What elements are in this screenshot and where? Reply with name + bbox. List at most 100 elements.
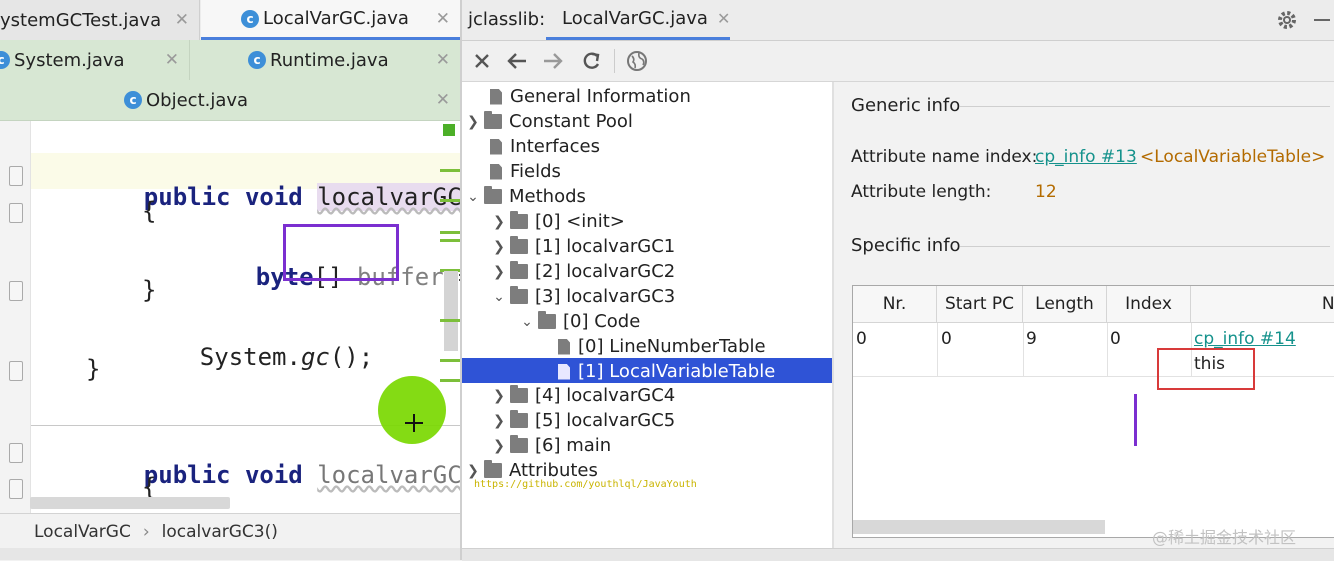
folder-icon: [510, 261, 528, 279]
close-icon[interactable]: ✕: [436, 90, 450, 110]
method-name-highlight: localvarGC3: [317, 183, 460, 211]
tree-item-method-localvargc3[interactable]: ⌄ [3] localvarGC3: [488, 284, 675, 309]
breadcrumb-separator: ›: [142, 521, 150, 542]
breadcrumb-class[interactable]: LocalVarGC: [34, 522, 131, 542]
chevron-down-icon[interactable]: ⌄: [488, 289, 510, 305]
jclasslib-header: jclasslib: LocalVarGC.java ✕: [462, 0, 1334, 41]
code-editor[interactable]: public void localvarGC3() { { byte[] buf…: [0, 121, 460, 513]
chevron-down-icon[interactable]: ⌄: [462, 189, 484, 205]
close-icon[interactable]: ✕: [436, 50, 450, 70]
column-header-start-pc[interactable]: Start PC: [937, 286, 1023, 322]
tab-runtime-java[interactable]: c Runtime.java ✕: [190, 40, 460, 80]
chevron-right-icon[interactable]: ❯: [488, 239, 510, 255]
jclasslib-tab[interactable]: LocalVarGC.java ✕: [546, 0, 730, 40]
web-globe-icon[interactable]: [626, 50, 648, 72]
tree-item-methods[interactable]: ⌄ Methods: [462, 184, 586, 209]
tree-item-code[interactable]: ⌄ [0] Code: [516, 309, 640, 334]
tab-system-java[interactable]: c System.java ✕: [0, 40, 190, 80]
tree-item-local-variable-table[interactable]: [1] LocalVariableTable: [558, 359, 775, 384]
tab-object-java[interactable]: c Object.java ✕: [0, 80, 460, 120]
fold-marker[interactable]: [9, 361, 23, 381]
breadcrumb-method[interactable]: localvarGC3(): [162, 522, 278, 542]
file-icon: [558, 338, 570, 355]
tab-label: Runtime.java: [270, 49, 389, 71]
code-line-6: }: [86, 355, 101, 383]
table-row[interactable]: 0 0 9 0 cp_info #14 this: [853, 323, 1334, 377]
folder-icon: [510, 435, 528, 453]
code-line-5: System.gc();: [199, 343, 374, 371]
chevron-down-icon[interactable]: ⌄: [516, 314, 538, 330]
local-variable-table: Nr. Start PC Length Index Na 0 0 9 0 cp_…: [852, 285, 1334, 538]
fold-marker[interactable]: [9, 203, 23, 223]
cell-index: 0: [1110, 329, 1121, 349]
folder-icon: [484, 460, 502, 478]
close-icon[interactable]: ✕: [717, 9, 730, 28]
status-bar: [462, 548, 1334, 561]
attribute-name-index-label: Attribute name index:: [851, 147, 1038, 167]
tree-item-method-localvargc1[interactable]: ❯ [1] localvarGC1: [488, 234, 675, 259]
editor-horizontal-scrollbar[interactable]: [30, 497, 230, 509]
buffer-annotation-box: [283, 224, 399, 281]
gear-icon[interactable]: [1276, 9, 1298, 31]
chevron-right-icon[interactable]: ❯: [488, 413, 510, 429]
forward-arrow-icon[interactable]: [542, 51, 564, 71]
chevron-right-icon[interactable]: ❯: [488, 214, 510, 230]
close-icon[interactable]: ✕: [436, 9, 450, 29]
fold-marker[interactable]: [9, 281, 23, 301]
tree-item-method-init[interactable]: ❯ [0] <init>: [488, 209, 625, 234]
close-icon[interactable]: ✕: [165, 50, 179, 70]
close-icon[interactable]: ✕: [175, 10, 189, 30]
back-arrow-icon[interactable]: [506, 51, 528, 71]
breadcrumb: LocalVarGC › localvarGC3(): [0, 513, 460, 549]
fold-marker[interactable]: [9, 443, 23, 463]
folder-icon: [510, 410, 528, 428]
fold-marker[interactable]: [9, 479, 23, 499]
close-icon[interactable]: [472, 51, 492, 71]
class-icon: c: [248, 51, 266, 69]
chevron-right-icon[interactable]: ❯: [488, 264, 510, 280]
code-line-2: {: [142, 197, 157, 225]
column-header-nr[interactable]: Nr.: [853, 286, 937, 322]
tree-item-interfaces[interactable]: Interfaces: [468, 134, 600, 159]
tree-item-line-number-table[interactable]: [0] LineNumberTable: [558, 334, 766, 359]
tab-label: System.java: [14, 49, 125, 71]
chevron-right-icon[interactable]: ❯: [462, 114, 484, 130]
generic-info-rule: [960, 106, 1330, 107]
folder-icon: [510, 385, 528, 403]
jclasslib-tool-label: jclasslib:: [468, 9, 546, 30]
tab-label: Object.java: [146, 89, 249, 111]
tree-item-fields[interactable]: Fields: [468, 159, 561, 184]
fold-marker[interactable]: [9, 166, 23, 186]
chevron-right-icon[interactable]: ❯: [488, 388, 510, 404]
folder-icon: [484, 111, 502, 129]
change-markers: [440, 161, 460, 391]
tree-item-method-localvargc5[interactable]: ❯ [5] localvarGC5: [488, 408, 675, 433]
folder-icon: [538, 311, 556, 329]
tree-item-method-localvargc4[interactable]: ❯ [4] localvarGC4: [488, 383, 675, 408]
column-header-length[interactable]: Length: [1023, 286, 1107, 322]
table-horizontal-scrollbar[interactable]: [853, 520, 1105, 534]
folder-icon: [510, 236, 528, 254]
tree-item-constant-pool[interactable]: ❯ Constant Pool: [462, 109, 633, 134]
attribute-name-index-link[interactable]: cp_info #13: [1035, 147, 1137, 167]
refresh-icon[interactable]: [580, 50, 602, 72]
chevron-right-icon[interactable]: ❯: [462, 463, 484, 479]
specific-info-rule: [960, 246, 1330, 247]
tab-label: LocalVarGC.java: [263, 8, 409, 29]
attribute-name-index-value: <LocalVariableTable>: [1140, 147, 1326, 167]
editor-tab-row-1: ystemGCTest.java ✕ c LocalVarGC.java ✕: [0, 0, 460, 41]
minimize-icon[interactable]: [1314, 19, 1330, 21]
column-header-name[interactable]: Na: [1191, 286, 1334, 322]
cell-name-link[interactable]: cp_info #14: [1194, 329, 1296, 349]
tree-item-general-information[interactable]: General Information: [468, 84, 691, 109]
chevron-right-icon[interactable]: ❯: [488, 438, 510, 454]
tab-systemgctest[interactable]: ystemGCTest.java ✕: [0, 0, 200, 40]
specific-info-title: Specific info: [851, 235, 961, 256]
column-header-index[interactable]: Index: [1107, 286, 1191, 322]
tree-item-method-main[interactable]: ❯ [6] main: [488, 433, 611, 458]
attribute-length-value: 12: [1035, 182, 1057, 202]
tab-localvargc[interactable]: c LocalVarGC.java ✕: [201, 0, 460, 40]
generic-info-title: Generic info: [851, 95, 961, 116]
tree-item-method-localvargc2[interactable]: ❯ [2] localvarGC2: [488, 259, 675, 284]
class-structure-tree: General Information ❯ Constant Pool Inter…: [462, 82, 832, 548]
